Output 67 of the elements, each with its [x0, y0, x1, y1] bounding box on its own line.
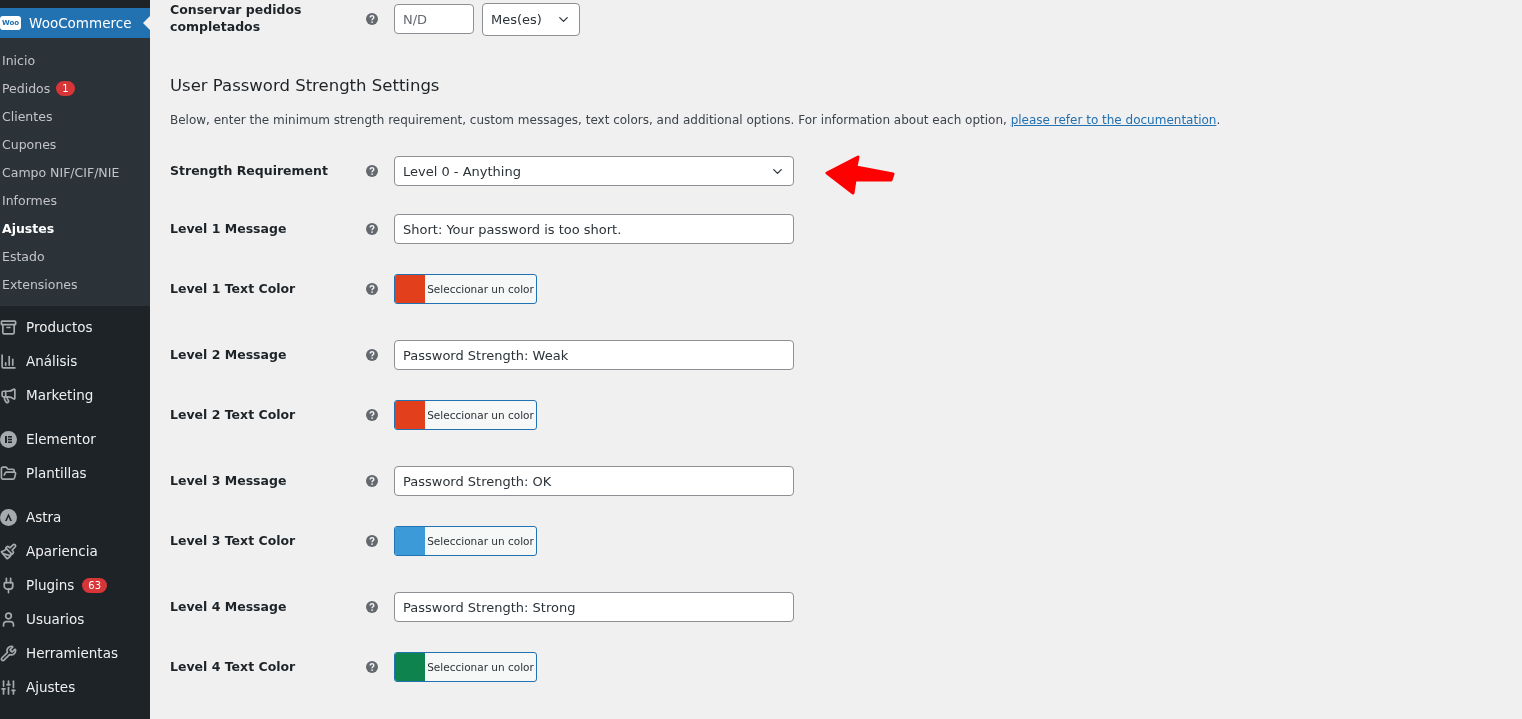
- submenu-item[interactable]: Estado: [0, 242, 150, 270]
- sliders-icon: [0, 678, 17, 696]
- field-label: Level 2 Text Color: [170, 406, 297, 424]
- section-description: Below, enter the minimum strength requirement, custom messages, text colors, and additional options. For information about each option, please refer to the documentation.: [170, 113, 1222, 127]
- menu-item[interactable]: Apariencia: [0, 534, 150, 568]
- input-field[interactable]: Short: Your password is too short.: [394, 214, 794, 244]
- input-field[interactable]: Password Strength: OK: [394, 466, 794, 496]
- menu-item[interactable]: Análisis: [0, 344, 150, 378]
- paintbrush-icon: [0, 542, 17, 560]
- submenu-item[interactable]: Campo NIF/CIF/NIE: [0, 158, 150, 186]
- submenu-item[interactable]: Inicio: [0, 46, 150, 74]
- bar-chart-icon: [0, 352, 17, 370]
- help-icon: [366, 475, 378, 487]
- input-field[interactable]: N/D: [394, 4, 474, 34]
- count-badge: 63: [82, 577, 108, 593]
- menu-item[interactable]: Plugins 63: [0, 568, 150, 602]
- menu-item[interactable]: Productos: [0, 310, 150, 344]
- color-picker-button[interactable]: Seleccionar un color: [394, 652, 537, 682]
- menu-item[interactable]: Elementor: [0, 422, 150, 456]
- color-picker-button[interactable]: Seleccionar un color: [394, 526, 537, 556]
- help-icon: [366, 349, 378, 361]
- help-icon: [366, 283, 378, 295]
- help-icon: [366, 535, 378, 547]
- menu-item[interactable]: Astra: [0, 500, 150, 534]
- field-label: Level 4 Message: [170, 598, 288, 616]
- field-label: Level 1 Text Color: [170, 280, 297, 298]
- megaphone-icon: [0, 386, 17, 404]
- field-label: Strength Requirement: [170, 162, 329, 180]
- submenu-item[interactable]: Cupones: [0, 130, 150, 158]
- submenu-item[interactable]: Ajustes: [0, 214, 150, 242]
- help-icon: [366, 13, 378, 25]
- menu-label: WooCommerce: [29, 15, 132, 31]
- submenu-item[interactable]: Clientes: [0, 102, 150, 130]
- section-title: User Password Strength Settings: [170, 76, 441, 95]
- input-field[interactable]: Password Strength: Strong: [394, 592, 794, 622]
- folder-icon: [0, 464, 17, 482]
- help-icon: [366, 409, 378, 421]
- arrow-annotation: [825, 155, 897, 195]
- count-badge: 1: [56, 80, 75, 96]
- field-label: Conservar pedidos completados: [170, 2, 303, 36]
- menu-item[interactable]: Marketing: [0, 378, 150, 412]
- field-label: Level 1 Message: [170, 220, 288, 238]
- help-icon: [366, 661, 378, 673]
- field-label: Level 4 Text Color: [170, 658, 297, 676]
- help-icon: [366, 223, 378, 235]
- menu-item[interactable]: Ajustes: [0, 670, 150, 704]
- menu-item[interactable]: Plantillas: [0, 456, 150, 490]
- input-field[interactable]: Password Strength: Weak: [394, 340, 794, 370]
- wrench-icon: [0, 644, 17, 662]
- field-label: Level 2 Message: [170, 346, 288, 364]
- current-menu-pointer-icon: [143, 16, 150, 30]
- unit-select[interactable]: Mes(es): [482, 2, 580, 36]
- help-icon: [366, 165, 378, 177]
- submenu-item[interactable]: Informes: [0, 186, 150, 214]
- plug-icon: [0, 576, 17, 594]
- color-picker-button[interactable]: Seleccionar un color: [394, 400, 537, 430]
- submenu-item[interactable]: Extensiones: [0, 270, 150, 298]
- archive-icon: [0, 318, 17, 336]
- strength-select[interactable]: Level 0 - Anything: [394, 156, 794, 186]
- color-picker-button[interactable]: Seleccionar un color: [394, 274, 537, 304]
- submenu-item[interactable]: Pedidos 1: [0, 74, 150, 102]
- menu-item[interactable]: Herramientas: [0, 636, 150, 670]
- help-icon: [366, 601, 378, 613]
- field-label: Level 3 Text Color: [170, 532, 297, 550]
- menu-item[interactable]: Usuarios: [0, 602, 150, 636]
- field-label: Level 3 Message: [170, 472, 288, 490]
- user-icon: [0, 610, 17, 628]
